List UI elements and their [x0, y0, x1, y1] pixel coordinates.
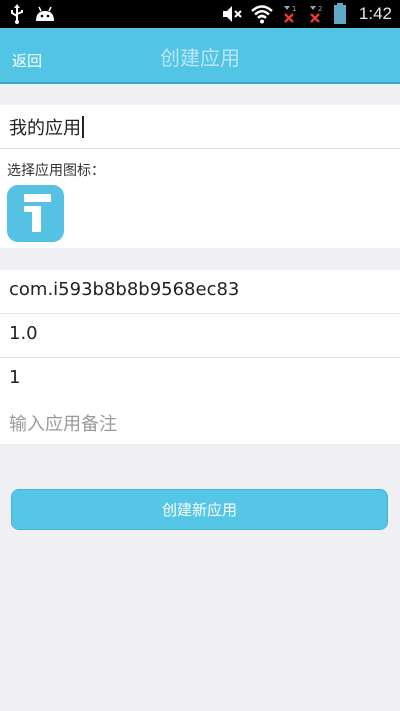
android-icon	[36, 6, 54, 21]
mute-icon	[222, 6, 242, 22]
info-app-icon	[24, 194, 51, 232]
remark-field[interactable]: 输入应用备注	[0, 401, 400, 444]
app-icon-picker[interactable]	[7, 185, 64, 242]
battery-icon	[333, 3, 346, 24]
create-app-button[interactable]: 创建新应用	[11, 489, 388, 530]
app-name-value: 我的应用	[9, 114, 84, 140]
signal-1-icon: 1	[283, 5, 296, 23]
version-code-value: 1	[9, 367, 21, 388]
nav-bar: 返回 创建应用	[0, 28, 400, 84]
usb-icon	[11, 4, 23, 24]
package-name-field[interactable]: com.i593b8b8b9568ec83	[0, 270, 400, 314]
app-name-field[interactable]: 我的应用	[0, 105, 400, 149]
clock: 1:42	[358, 4, 392, 23]
status-bar: 1 2 1:42	[0, 0, 400, 28]
signal-1-label: 1	[292, 5, 296, 13]
app-detail-section: com.i593b8b8b9568ec83 1.0 1 输入应用备注	[0, 270, 400, 444]
page-title: 创建应用	[160, 46, 240, 70]
version-name-value: 1.0	[9, 323, 38, 344]
remark-placeholder: 输入应用备注	[9, 414, 117, 435]
signal-2-label: 2	[318, 5, 322, 13]
package-name-value: com.i593b8b8b9568ec83	[9, 279, 240, 300]
version-code-field[interactable]: 1	[0, 358, 400, 402]
app-info-section: 我的应用 选择应用图标：	[0, 105, 400, 248]
icon-picker-label: 选择应用图标：	[7, 163, 105, 179]
text-cursor	[82, 116, 84, 138]
signal-2-icon: 2	[309, 5, 322, 23]
wifi-icon	[251, 5, 273, 24]
version-name-field[interactable]: 1.0	[0, 314, 400, 358]
